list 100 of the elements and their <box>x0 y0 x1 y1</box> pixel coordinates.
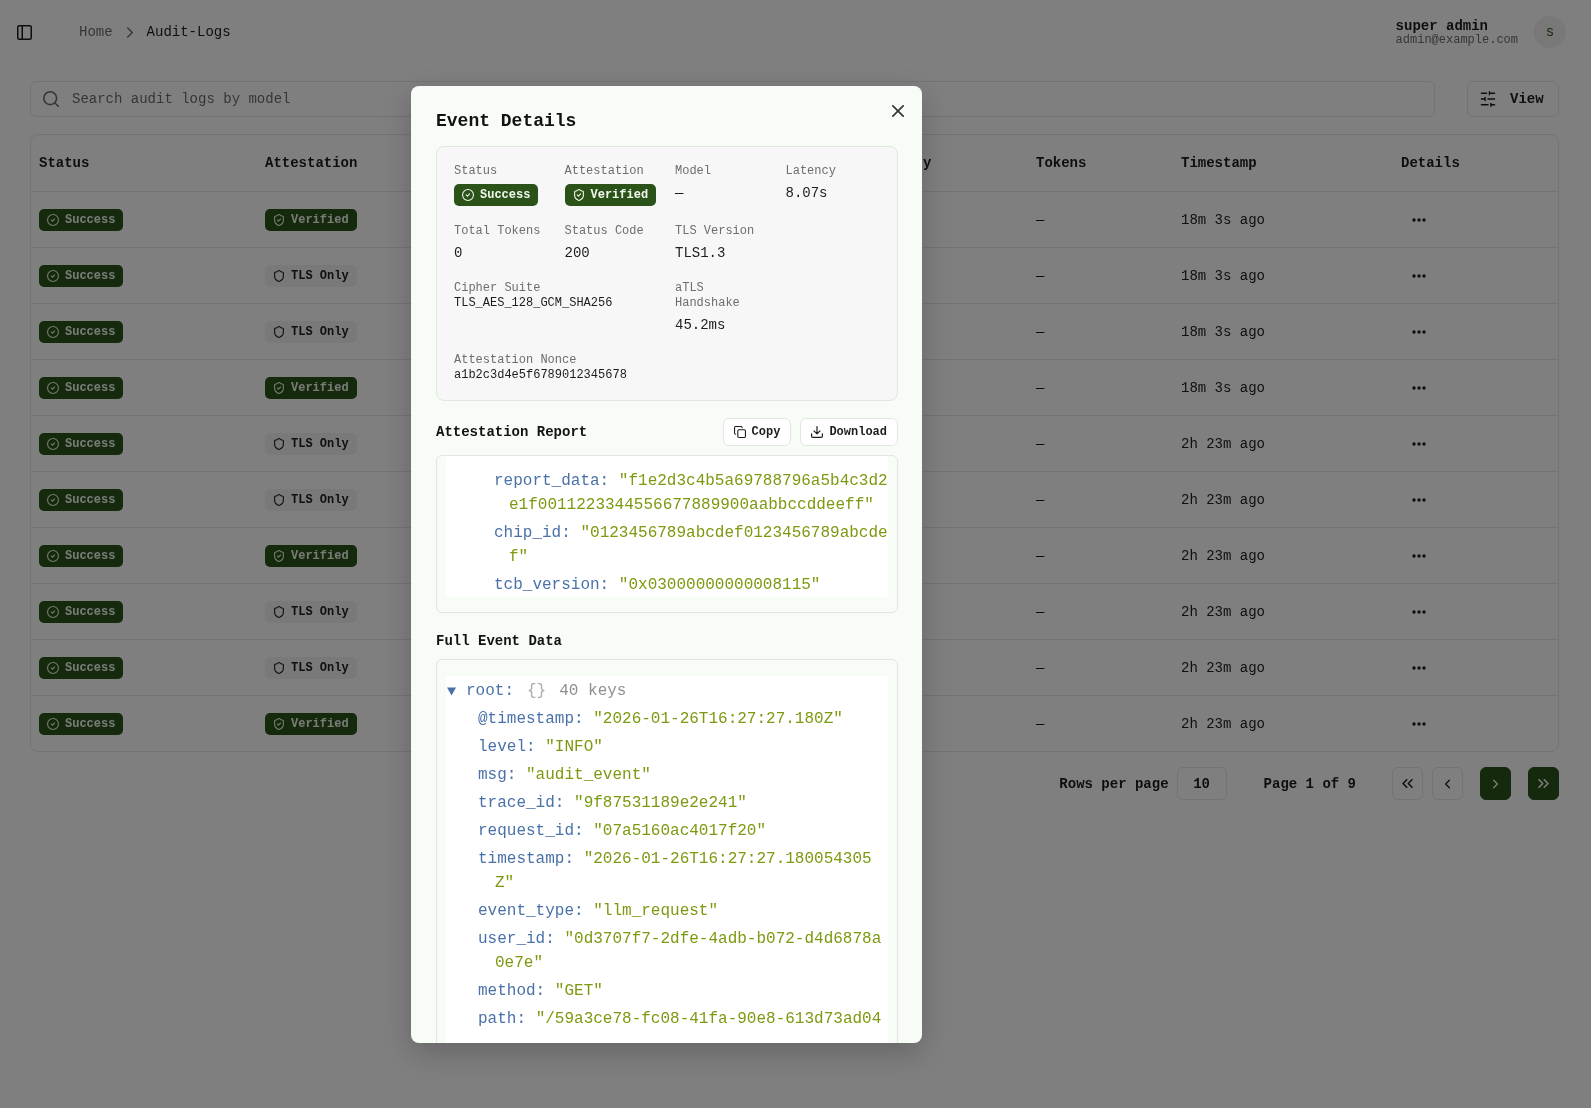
more-icon[interactable] <box>1412 217 1426 222</box>
column-header: Details <box>1401 155 1460 171</box>
chevrons-right-icon <box>1538 779 1549 788</box>
json-entry: chip_id: "0123456789abcdef0123456789abcdef" <box>494 523 889 568</box>
more-icon[interactable] <box>1412 609 1426 614</box>
sidebar-toggle-icon[interactable] <box>17 24 32 40</box>
status-text: Success <box>65 437 116 450</box>
attestation-text: TLS Only <box>291 325 349 338</box>
chevrons-left-icon <box>1402 779 1413 788</box>
json-entry: level: "INFO" <box>478 737 604 758</box>
chevron-right-icon <box>126 26 133 38</box>
last-page-button[interactable] <box>1528 767 1559 800</box>
status-text: Success <box>65 717 116 730</box>
chevron-left-icon <box>1445 778 1450 789</box>
field-value: 200 <box>564 244 590 263</box>
user-avatar[interactable]: s <box>1534 16 1566 48</box>
tokens-text: — <box>1036 491 1045 508</box>
json-brackets: {} <box>527 682 547 700</box>
field-value: 0 <box>454 244 463 263</box>
more-icon[interactable] <box>1412 273 1426 278</box>
search-icon <box>43 91 59 107</box>
check-circle-icon <box>47 605 59 618</box>
next-page-button[interactable] <box>1480 767 1511 800</box>
view-button[interactable]: View <box>1467 81 1559 117</box>
shield-icon <box>273 437 285 450</box>
shield-icon <box>273 325 285 338</box>
field-label: Status <box>454 164 498 179</box>
more-icon[interactable] <box>1412 665 1426 670</box>
column-header: Status <box>39 155 90 171</box>
field-value: a1b2c3d4e5f6789012345678 <box>454 368 627 383</box>
more-icon[interactable] <box>1412 497 1426 502</box>
field-label: aTLS Handshake <box>675 281 741 311</box>
more-icon[interactable] <box>1412 329 1426 334</box>
timestamp-text: 2h 23m ago <box>1181 491 1265 508</box>
more-icon[interactable] <box>1412 721 1426 726</box>
more-icon[interactable] <box>1412 553 1426 558</box>
rows-per-page-label: Rows per page <box>1059 775 1169 792</box>
copy-button[interactable]: Copy <box>722 418 792 446</box>
check-circle-icon <box>47 325 59 338</box>
json-entry: timestamp: "2026-01-26T16:27:27.180054305Z" <box>478 849 873 894</box>
json-key-count: 40 keys <box>559 682 627 700</box>
tokens-text: — <box>1036 211 1045 228</box>
timestamp-text: 18m 3s ago <box>1181 379 1265 396</box>
check-circle-icon <box>462 189 474 201</box>
json-entry: trace_id: "9f87531189e2e241" <box>478 793 748 814</box>
column-header: Tokens <box>1036 155 1087 171</box>
json-entry: method: "GET" <box>478 981 604 1002</box>
attestation-text: Verified <box>291 213 349 226</box>
status-text: Success <box>65 381 116 394</box>
check-circle-icon <box>47 717 59 730</box>
status-text: Success <box>65 549 116 562</box>
column-header: Timestamp <box>1181 155 1257 171</box>
timestamp-text: 2h 23m ago <box>1181 715 1265 732</box>
shield-icon <box>273 661 285 674</box>
field-label: Model <box>675 164 711 179</box>
caret-down-icon[interactable] <box>447 686 456 696</box>
tokens-text: — <box>1036 715 1045 732</box>
field-label: TLS Version <box>675 224 755 239</box>
field-label: Total Tokens <box>454 224 541 239</box>
user-email: admin@example.com <box>1395 33 1518 47</box>
check-circle-icon <box>47 381 59 394</box>
attestation-text: TLS Only <box>291 661 349 674</box>
breadcrumb-link[interactable]: Home <box>79 23 113 41</box>
field-label: Latency <box>785 164 836 179</box>
tokens-text: — <box>1036 659 1045 676</box>
check-circle-icon <box>47 661 59 674</box>
check-circle-icon <box>47 493 59 506</box>
shield-check-icon <box>273 717 285 730</box>
download-button[interactable]: Download <box>800 418 898 446</box>
shield-check-icon <box>273 213 285 226</box>
tokens-text: — <box>1036 547 1045 564</box>
breadcrumb-current-page[interactable]: Audit-Logs <box>146 23 231 41</box>
field-value: — <box>675 184 684 203</box>
status-text: Success <box>65 213 116 226</box>
user-name: super admin <box>1395 17 1488 34</box>
close-icon[interactable] <box>892 105 904 117</box>
field-label: Attestation Nonce <box>454 353 577 368</box>
attestation-text: Verified <box>291 549 349 562</box>
sliders-icon <box>1480 91 1496 107</box>
column-header: y <box>923 155 932 171</box>
copy-icon <box>733 426 746 438</box>
shield-check-icon <box>572 189 585 201</box>
more-icon[interactable] <box>1412 441 1426 446</box>
status-text: Success <box>480 189 531 201</box>
attestation-text: TLS Only <box>291 269 349 282</box>
tokens-text: — <box>1036 603 1045 620</box>
check-circle-icon <box>47 269 59 282</box>
shield-icon <box>273 493 285 506</box>
check-circle-icon <box>47 437 59 450</box>
json-entry: path: "/59a3ce78-fc08-41fa-90e8-613d73ad04 <box>478 1009 883 1030</box>
page-indicator: Page 1 of 9 <box>1263 775 1356 792</box>
json-entry: user_id: "0d3707f7-2dfe-4adb-b072-d4d6878a0e7e" <box>478 929 883 974</box>
more-icon[interactable] <box>1412 385 1426 390</box>
timestamp-text: 18m 3s ago <box>1181 267 1265 284</box>
tokens-text: — <box>1036 323 1045 340</box>
field-label: Cipher Suite <box>454 281 541 296</box>
attestation-text: TLS Only <box>291 437 349 450</box>
check-circle-icon <box>47 213 59 226</box>
check-circle-icon <box>47 549 59 562</box>
rows-per-page-select[interactable]: 10 <box>1176 767 1227 800</box>
